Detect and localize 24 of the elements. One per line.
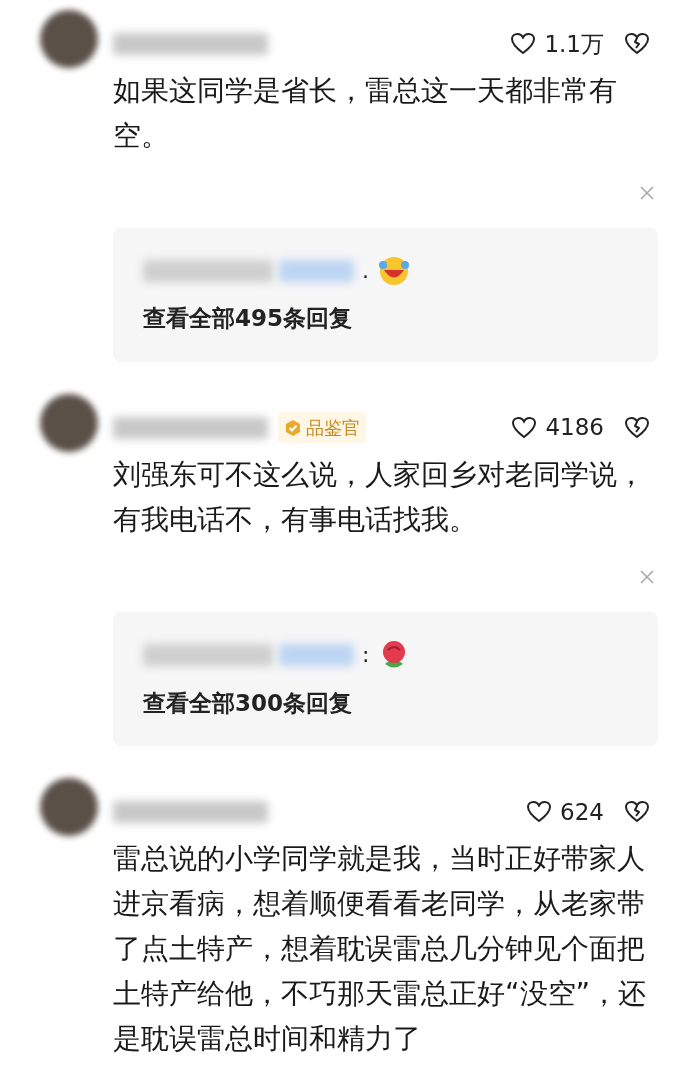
- heart-icon[interactable]: [510, 32, 537, 56]
- like-count: 1.1万: [544, 29, 604, 59]
- laughing-emoji-icon: [377, 254, 411, 287]
- comment-text: 刘强东可不这么说，人家回乡对老同学说，有我电话不，有事电话找我。: [113, 456, 646, 538]
- reply-separator: .: [362, 257, 369, 285]
- broken-heart-icon[interactable]: [624, 32, 650, 56]
- avatar[interactable]: [40, 778, 98, 836]
- broken-heart-icon[interactable]: [624, 415, 650, 440]
- like-count: 4186: [545, 413, 604, 443]
- comment-text: 雷总说的小学同学就是我，当时正好带家人进京看病，想着顺便看看老同学，从老家带了点土特产，想着耽误雷总几分钟见个面把土特产给他，不巧那天雷总正好“没空”，还是耽误雷总时间和精力了: [113, 841, 647, 1057]
- badge-label: 品鉴官: [306, 416, 360, 440]
- avatar[interactable]: [40, 10, 98, 68]
- like-count: 624: [560, 797, 604, 827]
- reply-separator: :: [362, 641, 370, 669]
- reply-preview-panel[interactable]: . 查看全部495条回复: [113, 228, 658, 362]
- check-badge-icon: [284, 418, 302, 437]
- broken-heart-icon[interactable]: [624, 800, 650, 824]
- avatar[interactable]: [40, 393, 98, 452]
- heart-icon[interactable]: [526, 800, 553, 824]
- heart-icon[interactable]: [511, 415, 538, 440]
- view-replies-link[interactable]: 查看全部495条回复: [143, 301, 628, 336]
- view-replies-link[interactable]: 查看全部300条回复: [143, 685, 628, 720]
- comment-text: 如果这同学是省长，雷总这一天都非常有空。: [113, 73, 618, 154]
- reply-preview-panel[interactable]: : 查看全部300条回复: [113, 611, 658, 746]
